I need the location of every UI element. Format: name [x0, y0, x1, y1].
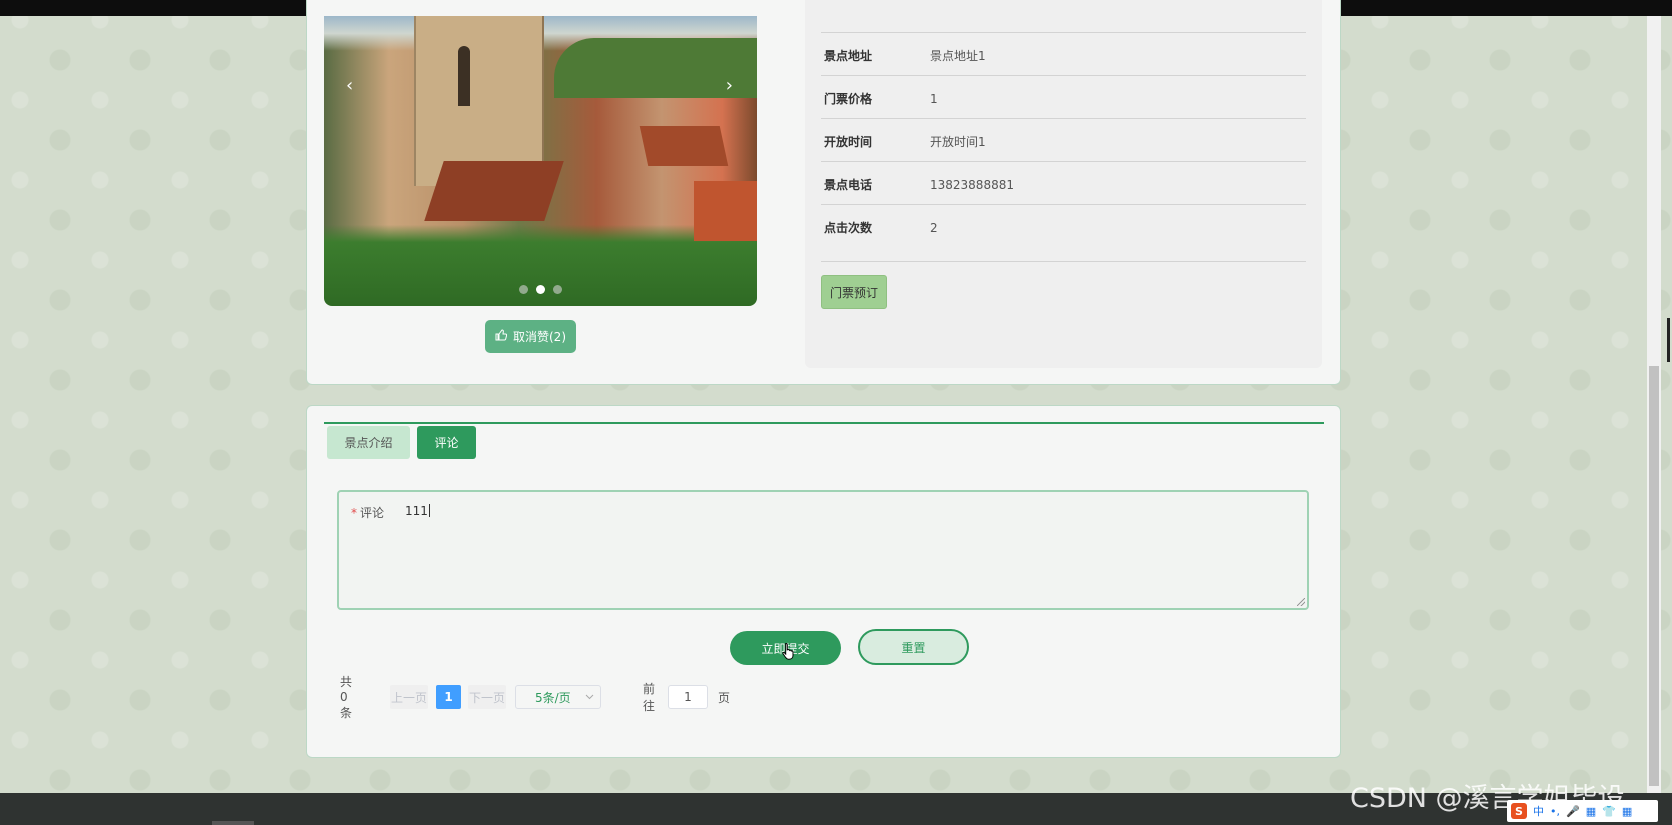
carousel-indicators: [519, 285, 562, 294]
carousel-image-window: [458, 46, 470, 106]
microphone-icon[interactable]: 🎤: [1566, 805, 1580, 818]
comment-field-label: * 评论: [351, 504, 384, 521]
pagination-goto-input[interactable]: 1: [668, 685, 708, 709]
carousel-image-roof: [639, 126, 729, 166]
carousel-dot[interactable]: [553, 285, 562, 294]
required-mark: *: [351, 506, 357, 520]
carousel-image-roof: [424, 161, 564, 221]
info-row-open-time: 开放时间 开放时间1: [821, 118, 1306, 164]
apps-grid-icon[interactable]: ▦: [1622, 805, 1632, 818]
thumbs-up-icon: [495, 329, 508, 344]
image-carousel[interactable]: ‹ ›: [324, 16, 757, 306]
comment-text: 111: [405, 504, 428, 518]
page-size-value: 5条/页: [535, 690, 571, 705]
unlike-button-label: 取消赞(2): [513, 330, 566, 344]
page-scrollbar[interactable]: [1647, 16, 1661, 793]
info-value: 1: [930, 91, 938, 106]
info-label: 门票价格: [824, 92, 873, 106]
pagination-total: 共 0 条: [340, 675, 353, 720]
tab-spot-intro[interactable]: 景点介绍: [327, 426, 410, 459]
divider: [821, 261, 1306, 262]
ime-punctuation-icon[interactable]: •,: [1550, 805, 1560, 818]
info-label: 开放时间: [824, 135, 873, 149]
hand-cursor-icon: [781, 642, 797, 664]
info-label: 景点地址: [824, 49, 873, 63]
carousel-dot-active[interactable]: [536, 285, 545, 294]
comment-input-value[interactable]: 111: [405, 504, 430, 518]
book-ticket-button[interactable]: 门票预订: [821, 275, 887, 309]
info-value: 开放时间1: [930, 135, 986, 149]
info-value: 13823888881: [930, 177, 1014, 192]
pagination-page-current[interactable]: 1: [436, 685, 461, 709]
ime-toolbar[interactable]: S 中 •, 🎤 ▦ 👕 ▦: [1507, 800, 1658, 822]
carousel-prev-icon[interactable]: ‹: [346, 76, 353, 96]
text-caret: [428, 504, 430, 517]
chevron-down-icon: [585, 692, 594, 703]
spot-detail-card: ‹ › 取消赞(2) 景点地址 景点地址1 门票价格 1 开放时间 开放时间1 …: [306, 0, 1341, 385]
unlike-button[interactable]: 取消赞(2): [485, 320, 576, 353]
info-value: 景点地址1: [930, 49, 986, 63]
info-label: 点击次数: [824, 221, 873, 235]
tabs-card: 景点介绍 评论 *评论 111 立即提交 重置 共 0 条 上一页 1 下一页 …: [306, 405, 1341, 758]
comment-label-text: 评论: [360, 506, 385, 520]
info-label: 景点电话: [824, 178, 873, 192]
comment-textarea[interactable]: * 评论 111: [337, 490, 1309, 610]
skin-icon[interactable]: 👕: [1602, 805, 1616, 818]
resize-handle-icon[interactable]: [1297, 598, 1305, 606]
keyboard-icon[interactable]: ▦: [1586, 805, 1596, 818]
scrollbar-thumb[interactable]: [1649, 366, 1659, 786]
pagination-goto-label: 前往: [643, 682, 656, 713]
ime-language-toggle[interactable]: 中: [1533, 803, 1544, 819]
ime-logo-icon: S: [1511, 803, 1527, 819]
pagination-goto-suffix: 页: [718, 690, 731, 705]
tab-comments[interactable]: 评论: [417, 426, 476, 459]
carousel-image-roof: [694, 181, 757, 241]
info-row-phone: 景点电话 13823888881: [821, 161, 1306, 207]
carousel-next-icon[interactable]: ›: [726, 76, 733, 96]
tab-bar-line: [324, 422, 1324, 424]
spot-info-panel: 景点地址 景点地址1 门票价格 1 开放时间 开放时间1 景点电话 138238…: [805, 0, 1322, 368]
scroll-marker: [1667, 318, 1670, 362]
reset-button[interactable]: 重置: [858, 629, 969, 665]
info-row-clicks: 点击次数 2: [821, 204, 1306, 250]
carousel-dot[interactable]: [519, 285, 528, 294]
pagination-prev-button[interactable]: 上一页: [390, 685, 428, 709]
info-row-price: 门票价格 1: [821, 75, 1306, 121]
page-size-select[interactable]: 5条/页: [515, 685, 601, 709]
bottom-bar-tick: [212, 821, 254, 825]
info-row-address: 景点地址 景点地址1: [821, 32, 1306, 78]
pagination-next-button[interactable]: 下一页: [468, 685, 506, 709]
info-value: 2: [930, 220, 938, 235]
